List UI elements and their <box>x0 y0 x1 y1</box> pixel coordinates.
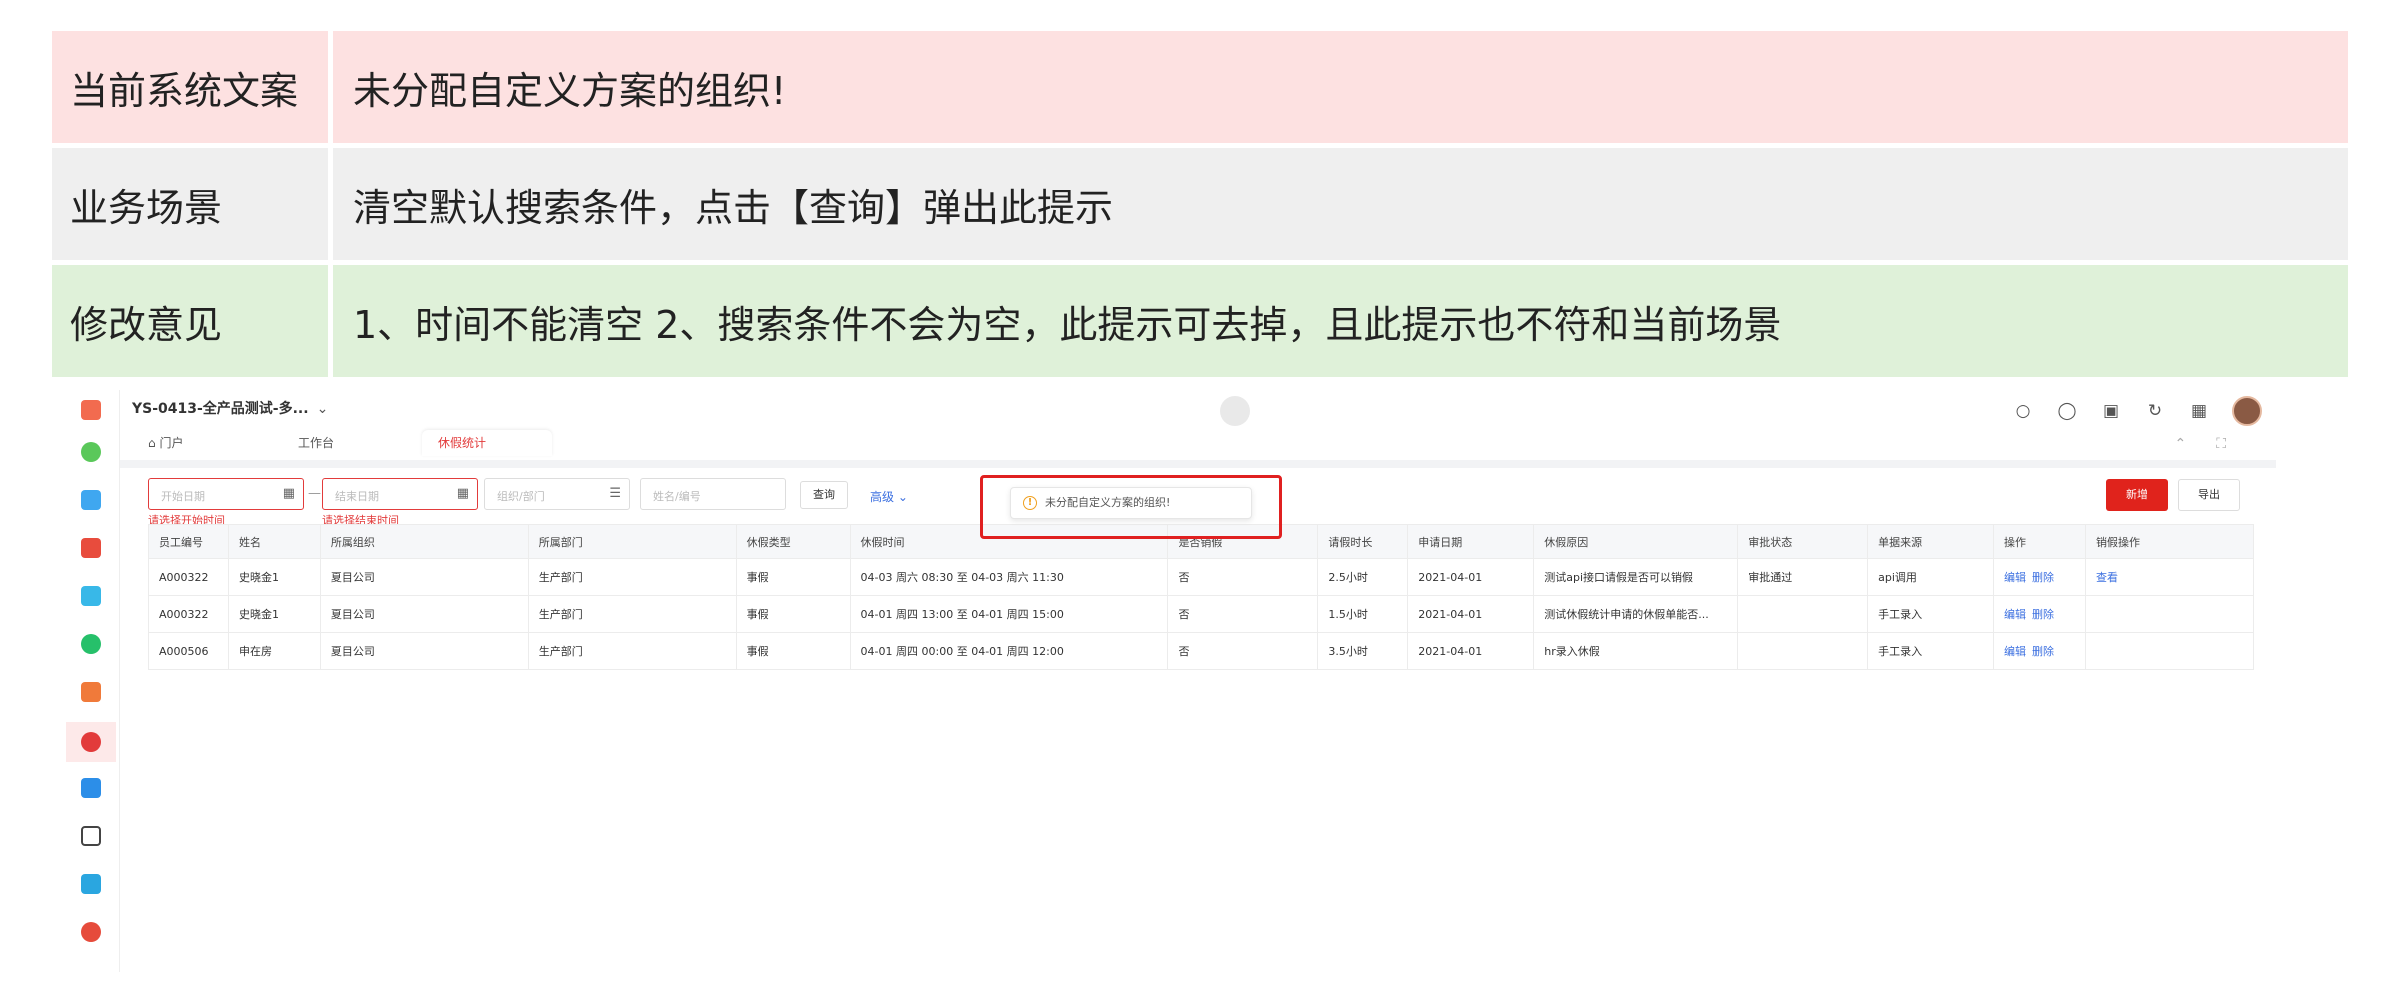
table-row[interactable]: A000506 申在房 夏目公司 生产部门 事假 04-01 周四 00:00 … <box>148 632 2254 670</box>
collapse-icon[interactable]: ⌃ <box>2174 436 2216 452</box>
app-title-text: YS-0413-全产品测试-多... <box>132 401 309 417</box>
column-header[interactable]: 申请日期 <box>1407 524 1535 559</box>
tab-portal[interactable]: ⌂ 门户 <box>132 430 282 456</box>
column-header[interactable]: 员工编号 <box>148 524 229 559</box>
annotation-key: 修改意见 <box>52 265 328 377</box>
home-tab-icon: ⌂ <box>148 436 160 450</box>
users-icon[interactable] <box>81 732 101 752</box>
report-icon[interactable] <box>81 538 101 558</box>
annotation-row-current-copy: 当前系统文案 未分配自定义方案的组织! <box>52 31 2348 143</box>
column-header[interactable]: 审批状态 <box>1737 524 1869 559</box>
end-date-input[interactable]: 结束日期 ▦ <box>322 478 478 510</box>
table-row[interactable]: A000322 史晓金1 夏目公司 生产部门 事假 04-01 周四 13:00… <box>148 595 2254 633</box>
edit-icon[interactable] <box>81 874 101 894</box>
logo-icon[interactable] <box>81 400 101 420</box>
annotation-row-suggestion: 修改意见 1、时间不能清空 2、搜索条件不会为空，此提示可去掉，且此提示也不符和… <box>52 265 2348 377</box>
annotation-value: 1、时间不能清空 2、搜索条件不会为空，此提示可去掉，且此提示也不符和当前场景 <box>333 265 2348 377</box>
help-icon[interactable]: ◯ <box>2056 400 2078 422</box>
query-button[interactable]: 查询 <box>800 481 848 509</box>
annotation-key: 业务场景 <box>52 148 328 260</box>
view-link[interactable]: 查看 <box>2096 571 2118 584</box>
leave-table: 员工编号 姓名 所属组织 所属部门 休假类型 休假时间 是否销假 请假时长 申请… <box>148 524 2254 670</box>
calendar-icon: ▦ <box>456 486 469 501</box>
annotation-highlight-box <box>980 475 1282 539</box>
edit-link[interactable]: 编辑 <box>2004 645 2026 658</box>
add-button[interactable]: 新增 <box>2106 479 2168 511</box>
cart-icon[interactable] <box>81 682 101 702</box>
org-dept-input[interactable]: 组织/部门 ☰ <box>484 478 630 510</box>
tab-controls: ⌃⛶ <box>2174 436 2256 452</box>
column-header[interactable]: 所属组织 <box>319 524 529 559</box>
top-toolbar: ○ ◯ ▣ ↻ ▦ <box>1990 396 2262 426</box>
start-date-input[interactable]: 开始日期 ▦ <box>148 478 304 510</box>
list-icon: ☰ <box>609 486 621 501</box>
cube-icon[interactable] <box>81 826 101 846</box>
top-bar: YS-0413-全产品测试-多... ⌄ ○ ◯ ▣ ↻ ▦ ⌂ 门户 工作台 休… <box>120 390 2276 462</box>
column-header[interactable]: 单据来源 <box>1867 524 1995 559</box>
chevron-down-icon: ⌄ <box>316 401 329 417</box>
annotation-value: 清空默认搜索条件，点击【查询】弹出此提示 <box>333 148 2348 260</box>
home-icon[interactable] <box>81 442 101 462</box>
name-id-input[interactable]: 姓名/编号 <box>640 478 786 510</box>
calendar-icon: ▦ <box>282 486 295 501</box>
user-settings-icon[interactable] <box>81 922 101 942</box>
annotation-key: 当前系统文案 <box>52 31 328 143</box>
chart-icon[interactable] <box>81 778 101 798</box>
delete-link[interactable]: 删除 <box>2032 645 2054 658</box>
refresh-icon[interactable]: ↻ <box>2144 400 2166 422</box>
delete-link[interactable]: 删除 <box>2032 571 2054 584</box>
table-row[interactable]: A000322 史晓金1 夏目公司 生产部门 事假 04-03 周六 08:30… <box>148 558 2254 596</box>
date-range-separator: — <box>308 486 321 501</box>
column-header[interactable]: 休假原因 <box>1533 524 1739 559</box>
calendar-top-icon[interactable]: ▦ <box>2188 400 2210 422</box>
tab-workbench[interactable]: 工作台 <box>282 430 422 456</box>
globe-icon[interactable] <box>81 634 101 654</box>
stack-icon[interactable] <box>81 586 101 606</box>
column-header[interactable]: 所属部门 <box>527 524 737 559</box>
tab-bar: ⌂ 门户 工作台 休假统计 <box>132 430 552 456</box>
column-header[interactable]: 操作 <box>1993 524 2087 559</box>
calendar-icon[interactable] <box>81 490 101 510</box>
annotation-value: 未分配自定义方案的组织! <box>333 31 2348 143</box>
sidebar <box>62 390 120 972</box>
search-icon[interactable]: ○ <box>2012 400 2034 422</box>
fullscreen-icon[interactable]: ⛶ <box>2216 436 2256 452</box>
center-logo-icon <box>1220 396 1250 426</box>
tab-leave-stats[interactable]: 休假统计 <box>422 430 552 456</box>
advanced-toggle[interactable]: 高级 ⌄ <box>870 488 908 505</box>
column-header[interactable]: 休假类型 <box>735 524 851 559</box>
edit-link[interactable]: 编辑 <box>2004 571 2026 584</box>
app-title[interactable]: YS-0413-全产品测试-多... ⌄ <box>132 398 328 418</box>
annotation-table: 当前系统文案 未分配自定义方案的组织! 业务场景 清空默认搜索条件，点击【查询】… <box>52 31 2348 382</box>
column-header[interactable]: 销假操作 <box>2085 524 2254 559</box>
main-content: 开始日期 ▦ — 结束日期 ▦ 组织/部门 ☰ 姓名/编号 查询 高级 ⌄ 请选… <box>148 468 2254 972</box>
export-button[interactable]: 导出 <box>2178 479 2240 511</box>
avatar[interactable] <box>2232 396 2262 426</box>
annotation-row-scenario: 业务场景 清空默认搜索条件，点击【查询】弹出此提示 <box>52 148 2348 260</box>
message-icon[interactable]: ▣ <box>2100 400 2122 422</box>
chevron-down-icon: ⌄ <box>897 490 908 504</box>
header-divider <box>120 460 2276 468</box>
delete-link[interactable]: 删除 <box>2032 608 2054 621</box>
edit-link[interactable]: 编辑 <box>2004 608 2026 621</box>
column-header[interactable]: 姓名 <box>227 524 321 559</box>
column-header[interactable]: 请假时长 <box>1317 524 1409 559</box>
